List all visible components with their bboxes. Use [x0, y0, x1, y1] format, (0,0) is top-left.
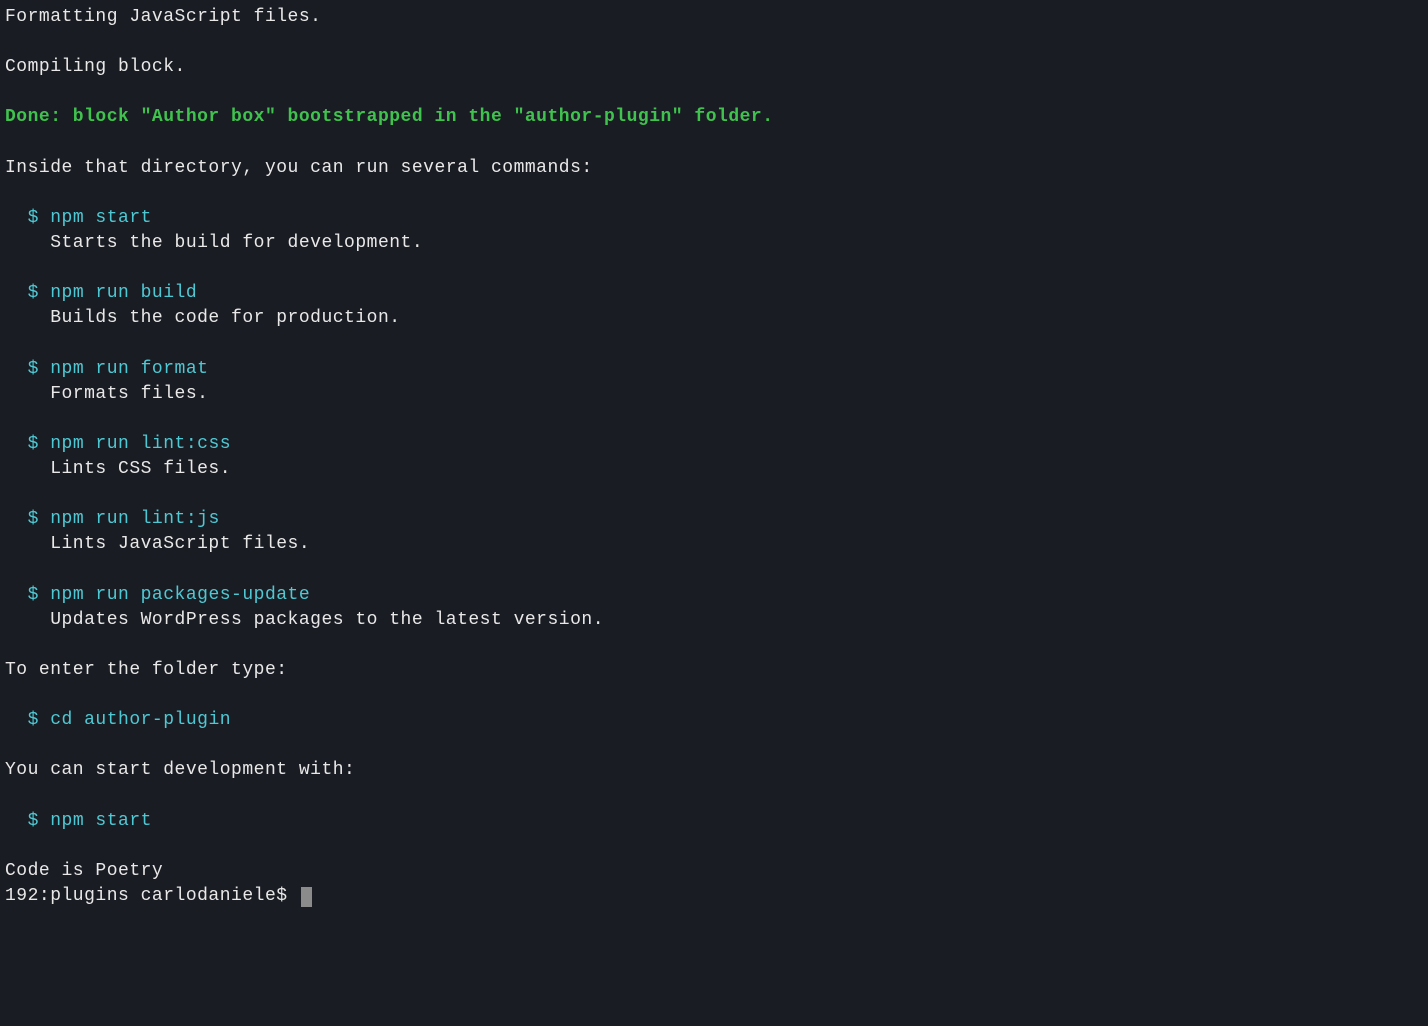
- intro-text: Inside that directory, you can run sever…: [5, 156, 1423, 181]
- command-block-npm-packages-update: $ npm run packages-update Updates WordPr…: [5, 583, 1423, 633]
- command-block-npm-lint-js: $ npm run lint:js Lints JavaScript files…: [5, 507, 1423, 557]
- command-text: npm start: [50, 208, 152, 228]
- command-description: Updates WordPress packages to the latest…: [5, 608, 1423, 633]
- status-line-formatting: Formatting JavaScript files.: [5, 5, 1423, 30]
- dollar-prompt: $: [5, 509, 50, 529]
- npm-start-command: npm start: [50, 811, 152, 831]
- command-description: Starts the build for development.: [5, 231, 1423, 256]
- dollar-prompt: $: [5, 585, 50, 605]
- dollar-prompt: $: [5, 710, 50, 730]
- command-block-npm-build: $ npm run build Builds the code for prod…: [5, 281, 1423, 331]
- command-description: Lints JavaScript files.: [5, 532, 1423, 557]
- start-dev-text: You can start development with:: [5, 758, 1423, 783]
- command-text: npm run format: [50, 359, 208, 379]
- npm-start-line: $ npm start: [5, 809, 1423, 834]
- command-block-npm-start: $ npm start Starts the build for develop…: [5, 206, 1423, 256]
- code-poetry: Code is Poetry: [5, 859, 1423, 884]
- command-description: Formats files.: [5, 382, 1423, 407]
- dollar-prompt: $: [5, 811, 50, 831]
- command-text: npm run packages-update: [50, 585, 310, 605]
- command-description: Builds the code for production.: [5, 306, 1423, 331]
- terminal-prompt[interactable]: 192:plugins carlodaniele$: [5, 884, 1423, 909]
- command-text: npm run build: [50, 283, 197, 303]
- prompt-text: 192:plugins carlodaniele$: [5, 884, 299, 909]
- cursor-icon: [301, 887, 312, 907]
- command-text: npm run lint:js: [50, 509, 220, 529]
- command-block-npm-lint-css: $ npm run lint:css Lints CSS files.: [5, 432, 1423, 482]
- dollar-prompt: $: [5, 283, 50, 303]
- enter-folder-text: To enter the folder type:: [5, 658, 1423, 683]
- dollar-prompt: $: [5, 359, 50, 379]
- dollar-prompt: $: [5, 434, 50, 454]
- command-block-npm-format: $ npm run format Formats files.: [5, 357, 1423, 407]
- cd-command-line: $ cd author-plugin: [5, 708, 1423, 733]
- cd-command: cd author-plugin: [50, 710, 231, 730]
- status-line-compiling: Compiling block.: [5, 55, 1423, 80]
- dollar-prompt: $: [5, 208, 50, 228]
- done-message: Done: block "Author box" bootstrapped in…: [5, 105, 1423, 130]
- command-text: npm run lint:css: [50, 434, 231, 454]
- command-description: Lints CSS files.: [5, 457, 1423, 482]
